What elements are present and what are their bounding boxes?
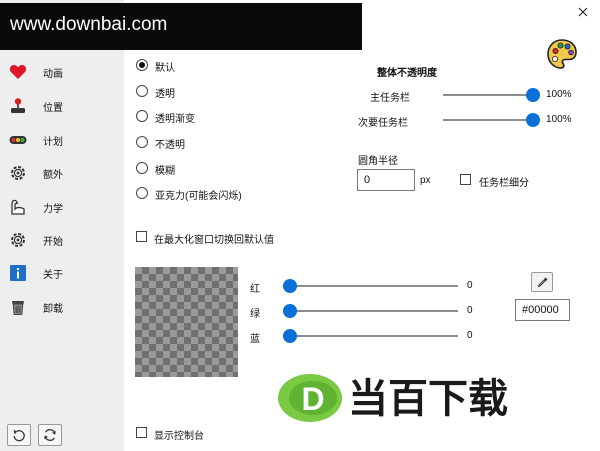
sidebar-item-label: 力学: [43, 204, 63, 215]
trash-icon: [12, 301, 24, 315]
maximize-default-label: 在最大化窗口切换回默认值: [154, 235, 274, 246]
radio-label: 默认: [155, 63, 175, 74]
radio-indicator: [136, 187, 148, 199]
radio-indicator: [136, 162, 148, 174]
sidebar-item-extra[interactable]: 额外: [0, 159, 124, 187]
watermark-url-text: www.downbai.com: [10, 14, 168, 35]
green-slider-track[interactable]: [287, 310, 458, 312]
blue-slider-track[interactable]: [287, 335, 458, 337]
eyedropper-icon: [537, 277, 548, 288]
corner-radius-input[interactable]: [357, 169, 415, 191]
radio-label: 透明: [155, 89, 175, 100]
gear-icon: [11, 166, 25, 180]
radio-acrylic[interactable]: 亚克力(可能会闪烁): [136, 185, 336, 203]
arm-icon: [11, 199, 25, 215]
eyedropper-button[interactable]: [531, 272, 553, 292]
radio-blur[interactable]: 模糊: [136, 160, 336, 178]
sidebar-item-start[interactable]: 开始: [0, 226, 124, 254]
radio-indicator: [136, 59, 148, 71]
radio-label: 亚克力(可能会闪烁): [155, 191, 242, 202]
radio-indicator: [136, 85, 148, 97]
corner-radius-label: 圆角半径: [358, 156, 398, 167]
radio-label: 不透明: [155, 140, 185, 151]
red-slider-track[interactable]: [287, 285, 458, 287]
sidebar-item-label: 开始: [43, 237, 63, 248]
red-label: 红: [250, 284, 260, 295]
green-slider-thumb[interactable]: [283, 304, 297, 318]
secondary-taskbar-slider-track[interactable]: [443, 119, 533, 121]
joystick-icon: [11, 98, 25, 113]
gear-icon: [11, 233, 25, 247]
brand-watermark: D 当百下载: [278, 374, 508, 422]
sidebar-item-uninstall[interactable]: 卸载: [0, 293, 124, 321]
sidebar-item-about[interactable]: 关于: [0, 259, 124, 287]
secondary-taskbar-slider-thumb[interactable]: [526, 113, 540, 127]
radio-indicator: [136, 136, 148, 148]
sidebar-item-label: 计划: [43, 137, 63, 148]
brand-letter: D: [301, 381, 324, 417]
refresh-button[interactable]: [38, 424, 62, 446]
blue-label: 蓝: [250, 334, 260, 345]
radio-transparent-gradient[interactable]: 透明渐变: [136, 108, 336, 126]
sidebar-item-label: 关于: [43, 270, 63, 281]
radio-label: 模糊: [155, 166, 175, 177]
blue-slider-thumb[interactable]: [283, 329, 297, 343]
undo-button[interactable]: [7, 424, 31, 446]
info-icon: [10, 265, 26, 281]
heart-icon: [9, 65, 27, 79]
sidebar-item-label: 动画: [43, 69, 63, 80]
close-icon[interactable]: [577, 6, 589, 18]
traffic-light-icon: [9, 136, 27, 144]
radio-opaque[interactable]: 不透明: [136, 134, 336, 152]
radio-default[interactable]: 默认: [136, 57, 336, 75]
color-preview: [135, 267, 238, 377]
secondary-taskbar-value: 100%: [546, 114, 572, 125]
main-taskbar-slider-thumb[interactable]: [526, 88, 540, 102]
show-console-label: 显示控制台: [154, 431, 204, 442]
undo-icon: [13, 429, 25, 442]
refresh-icon: [44, 429, 56, 441]
url-watermark: www.downbai.com: [0, 3, 362, 50]
main-taskbar-value: 100%: [546, 89, 572, 100]
sidebar-item-schedule[interactable]: 计划: [0, 126, 124, 154]
palette-icon: [547, 39, 577, 69]
blue-value: 0: [467, 330, 473, 341]
main-taskbar-label: 主任务栏: [370, 93, 410, 104]
hex-color-input[interactable]: [515, 299, 570, 321]
corner-radius-unit: px: [420, 175, 431, 186]
green-label: 绿: [250, 309, 260, 320]
maximize-default-checkbox[interactable]: [136, 231, 147, 242]
red-slider-thumb[interactable]: [283, 279, 297, 293]
sidebar-item-position[interactable]: 位置: [0, 92, 124, 120]
sidebar: 动画 位置 计划 额外 力学 开始 关于 卸载: [0, 0, 124, 451]
opacity-title: 整体不透明度: [377, 68, 437, 79]
sidebar-item-animation[interactable]: 动画: [0, 58, 124, 86]
show-console-checkbox[interactable]: [136, 427, 147, 438]
main-taskbar-slider-track[interactable]: [443, 94, 533, 96]
radio-transparent[interactable]: 透明: [136, 83, 336, 101]
thin-taskbar-checkbox[interactable]: [460, 174, 471, 185]
radio-indicator: [136, 110, 148, 122]
sidebar-item-label: 位置: [43, 103, 63, 114]
sidebar-item-label: 卸载: [43, 304, 63, 315]
sidebar-item-label: 额外: [43, 170, 63, 181]
sidebar-item-mechanics[interactable]: 力学: [0, 193, 124, 221]
radio-label: 透明渐变: [155, 114, 195, 125]
secondary-taskbar-label: 次要任务栏: [358, 118, 408, 129]
green-value: 0: [467, 305, 473, 316]
thin-taskbar-label: 任务栏细分: [479, 178, 529, 189]
brand-text: 当百下载: [348, 376, 508, 422]
red-value: 0: [467, 280, 473, 291]
